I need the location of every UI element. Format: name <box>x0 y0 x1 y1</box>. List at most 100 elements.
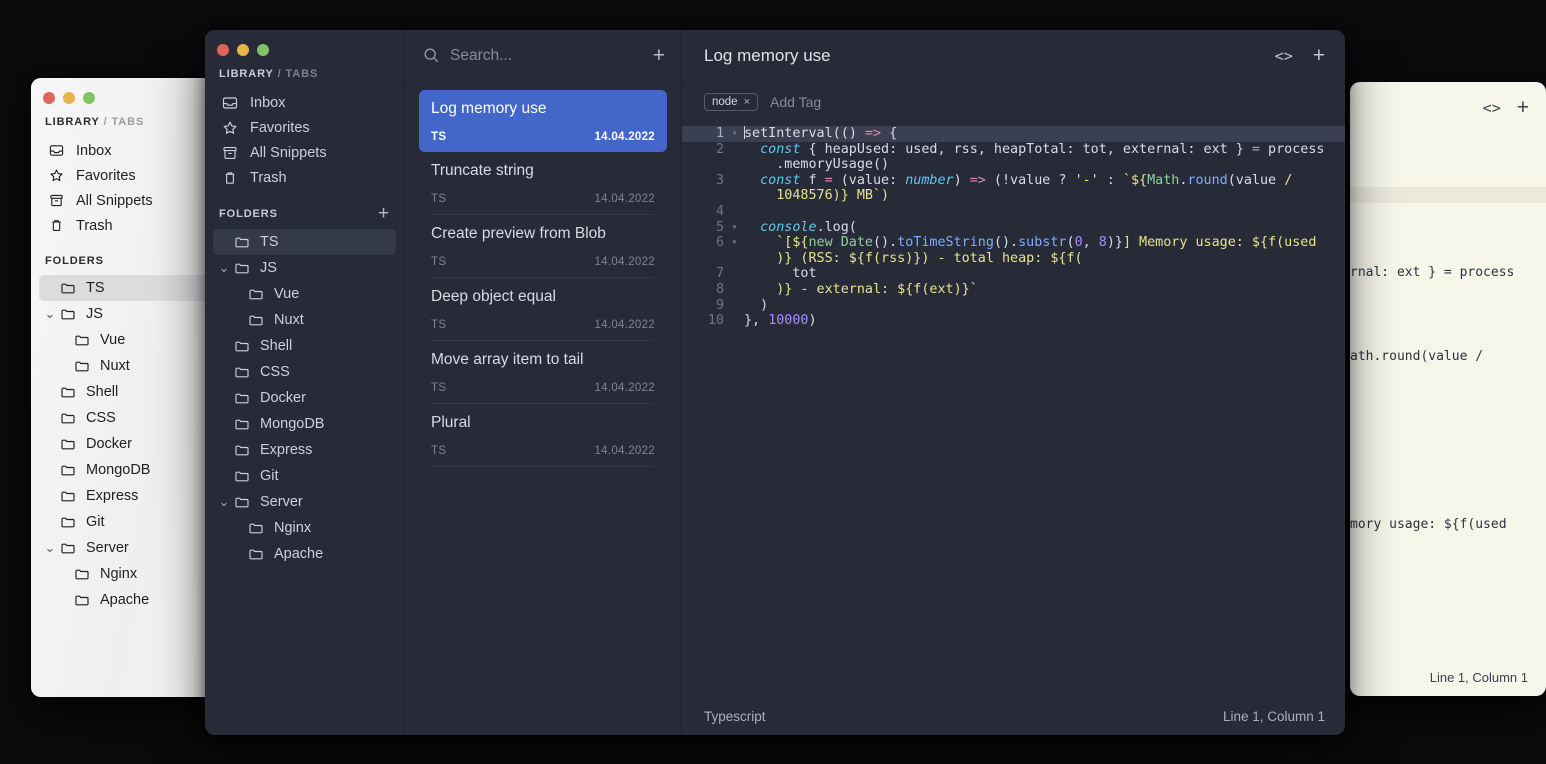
folder-item-git[interactable]: Git <box>213 463 396 489</box>
code-line[interactable]: .memoryUsage() <box>682 157 1345 173</box>
folder-item-label: CSS <box>86 410 116 426</box>
folder-item-css[interactable]: CSS <box>213 359 396 385</box>
folder-icon <box>57 488 79 504</box>
folder-item-label: Docker <box>86 436 132 452</box>
line-number: 6 <box>715 235 724 251</box>
list-item[interactable]: Log memory use TS 14.04.2022 <box>419 90 667 152</box>
snippet-date: 14.04.2022 <box>594 382 655 394</box>
sidebar-item-all-snippets[interactable]: All Snippets <box>213 140 396 165</box>
sidebar-item-label: Inbox <box>76 142 112 159</box>
library-separator: / <box>103 116 108 128</box>
library-separator: / <box>277 68 282 80</box>
code-view-icon[interactable]: <> <box>1275 47 1293 65</box>
main-sidebar: LIBRARY / TABS Inbox Favorites All Snipp… <box>205 30 404 735</box>
folder-item-js[interactable]: ⌄ JS <box>213 255 396 281</box>
add-snippet-button[interactable]: + <box>1517 96 1529 120</box>
folder-item-nuxt[interactable]: Nuxt <box>213 307 396 333</box>
code-line[interactable]: 7 tot <box>682 266 1345 282</box>
code-line-text: }, 10000) <box>744 313 817 329</box>
folder-item-server[interactable]: ⌄ Server <box>213 489 396 515</box>
line-number: 10 <box>707 313 724 329</box>
zoom-button-icon[interactable] <box>257 44 269 56</box>
folder-item-ts[interactable]: TS <box>213 229 396 255</box>
folder-item-express[interactable]: Express <box>213 437 396 463</box>
sidebar-item-favorites[interactable]: Favorites <box>213 115 396 140</box>
code-line[interactable]: 9 ) <box>682 298 1345 314</box>
code-line[interactable]: 8 )} - external: ${f(ext)}` <box>682 282 1345 298</box>
add-fragment-button[interactable]: + <box>1313 44 1325 68</box>
folder-item-label: Nginx <box>100 566 138 582</box>
search-icon <box>423 47 440 64</box>
folder-item-apache[interactable]: Apache <box>213 541 396 567</box>
snippet-title: Plural <box>431 414 471 431</box>
right-window-code[interactable]: rnal: ext } = process ath.round(value / … <box>1350 203 1546 595</box>
right-window-editor-header: <> + <box>1350 82 1546 134</box>
code-line[interactable]: )} (RSS: ${f(rss)}) - total heap: ${f( <box>682 251 1345 267</box>
chevron-down-icon[interactable]: ⌄ <box>43 540 57 556</box>
code-line[interactable]: 4 <box>682 204 1345 220</box>
folder-item-label: Vue <box>100 332 126 348</box>
code-line-text: setInterval(() => { <box>744 126 898 141</box>
code-editor[interactable]: 1 ▾ setInterval(() => {2 const { heapUsed:… <box>682 122 1345 697</box>
folder-item-label: MongoDB <box>86 462 151 478</box>
minimize-button-icon[interactable] <box>63 92 75 104</box>
close-button-icon[interactable] <box>217 44 229 56</box>
folder-item-label: Shell <box>260 338 293 354</box>
line-number: 2 <box>715 141 724 157</box>
code-line[interactable]: 2 const { heapUsed: used, rss, heapTotal… <box>682 142 1345 158</box>
code-line[interactable]: 1048576)} MB`) <box>682 188 1345 204</box>
list-item[interactable]: Create preview from Blob TS 14.04.2022 <box>419 215 667 277</box>
snippet-meta: TS 14.04.2022 <box>431 131 655 143</box>
add-tag-button[interactable]: Add Tag <box>770 94 821 110</box>
list-item[interactable]: Plural TS 14.04.2022 <box>419 404 667 466</box>
main-window[interactable]: LIBRARY / TABS Inbox Favorites All Snipp… <box>205 30 1345 735</box>
zoom-button-icon[interactable] <box>83 92 95 104</box>
snippet-date: 14.04.2022 <box>594 193 655 205</box>
fold-arrow-icon[interactable]: ▾ <box>728 220 741 236</box>
minimize-button-icon[interactable] <box>237 44 249 56</box>
add-snippet-button[interactable]: + <box>653 45 665 66</box>
page-title[interactable]: Log memory use <box>704 46 1255 66</box>
folder-icon <box>231 260 253 276</box>
tag-bar: node × Add Tag <box>682 82 1345 122</box>
snippet-language: TS <box>431 445 447 457</box>
list-item[interactable]: Move array item to tail TS 14.04.2022 <box>419 341 667 403</box>
background-window-right[interactable]: <> + rnal: ext } = process ath.round(val… <box>1350 82 1546 696</box>
folder-item-label: TS <box>86 280 105 296</box>
code-line[interactable]: 1 ▾ setInterval(() => { <box>682 126 1345 142</box>
folder-item-label: Server <box>260 494 303 510</box>
right-window-tag-bar <box>1350 134 1546 187</box>
folder-item-vue[interactable]: Vue <box>213 281 396 307</box>
folder-item-docker[interactable]: Docker <box>213 385 396 411</box>
code-line-text: const f = (value: number) => (!value ? '… <box>760 172 1293 188</box>
sidebar-item-inbox[interactable]: Inbox <box>213 90 396 115</box>
chevron-down-icon[interactable]: ⌄ <box>217 260 231 276</box>
traffic-lights[interactable] <box>205 44 404 56</box>
list-item[interactable]: Deep object equal TS 14.04.2022 <box>419 278 667 340</box>
code-view-icon[interactable]: <> <box>1483 99 1501 117</box>
add-folder-button[interactable]: + <box>378 204 390 223</box>
chevron-down-icon[interactable]: ⌄ <box>43 306 57 322</box>
fold-arrow-icon[interactable]: ▾ <box>728 235 741 251</box>
search-bar[interactable]: Search... + <box>405 30 681 82</box>
snippet-language: TS <box>431 382 447 394</box>
code-line[interactable]: 10 }, 10000) <box>682 313 1345 329</box>
remove-tag-icon[interactable]: × <box>744 96 750 108</box>
folder-item-nginx[interactable]: Nginx <box>213 515 396 541</box>
close-button-icon[interactable] <box>43 92 55 104</box>
code-line[interactable]: 3 const f = (value: number) => (!value ?… <box>682 173 1345 189</box>
folder-item-mongodb[interactable]: MongoDB <box>213 411 396 437</box>
list-item[interactable]: Truncate string TS 14.04.2022 <box>419 152 667 214</box>
code-line[interactable]: 5 ▾ console.log( <box>682 220 1345 236</box>
chevron-down-icon[interactable]: ⌄ <box>217 494 231 510</box>
trash-icon <box>219 170 241 186</box>
code-line[interactable]: 6 ▾ `[${new Date().toTimeString().substr(… <box>682 235 1345 251</box>
folder-icon <box>231 468 253 484</box>
folder-item-shell[interactable]: Shell <box>213 333 396 359</box>
fold-arrow-icon[interactable]: ▾ <box>728 126 741 142</box>
sidebar-item-trash[interactable]: Trash <box>213 165 396 190</box>
tag-node[interactable]: node × <box>704 93 759 111</box>
search-input[interactable]: Search... <box>450 47 643 65</box>
